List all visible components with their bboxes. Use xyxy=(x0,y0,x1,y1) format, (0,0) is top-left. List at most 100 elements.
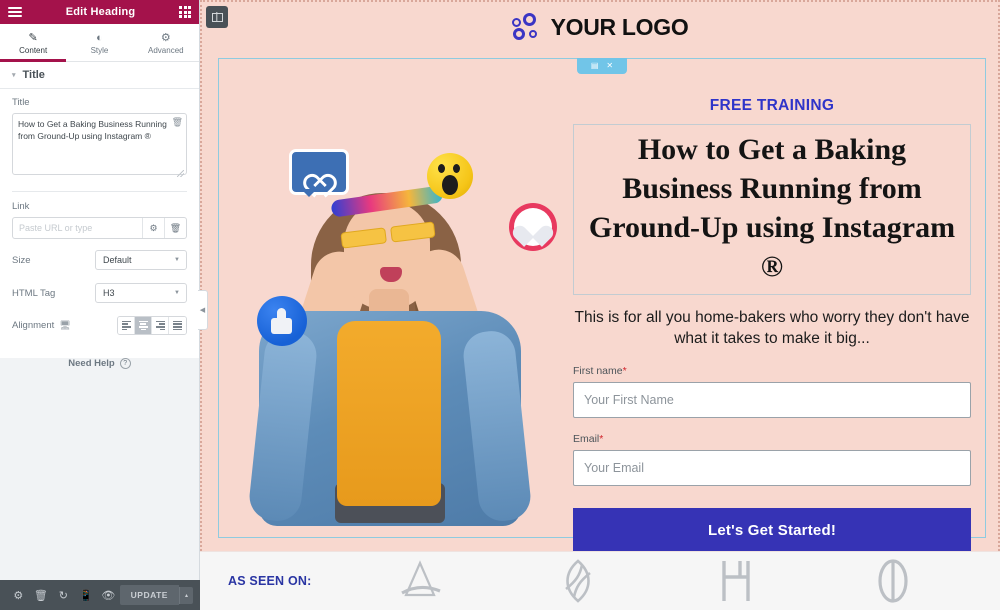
editor-panel-sidebar: Edit Heading ✎ Content ◐ Style ⚙ Advance… xyxy=(0,0,208,610)
columns-icon[interactable]: ▤ xyxy=(591,62,599,70)
update-options-caret-icon[interactable]: ▴ xyxy=(178,586,193,604)
woman-with-social-emojis-photo xyxy=(249,131,557,526)
logo[interactable]: YOUR LOGO xyxy=(511,13,689,41)
brand-logo-h-icon xyxy=(721,561,750,601)
align-center-button[interactable] xyxy=(135,317,152,334)
logo-text: YOUR LOGO xyxy=(550,13,689,40)
question-circle-icon: ? xyxy=(119,358,131,369)
contrast-circle-icon: ◐ xyxy=(96,32,103,44)
monitor-icon[interactable]: 🖥 xyxy=(59,320,70,331)
link-options-gear-icon[interactable]: ⚙ xyxy=(142,218,164,238)
align-left-button[interactable] xyxy=(118,317,135,334)
hamburger-icon[interactable] xyxy=(8,7,22,17)
panel-collapse-handle[interactable]: ◀ xyxy=(198,290,208,330)
title-input[interactable] xyxy=(12,113,187,175)
update-button[interactable]: UPDATE xyxy=(119,585,179,605)
four-rings-logo-icon xyxy=(511,13,542,41)
panel-footer-toolbar: ⚙ 🗑 ↻ 📱 👁 UPDATE ▴ xyxy=(0,580,200,610)
preview-eye-icon[interactable]: 👁 xyxy=(97,580,120,610)
divider xyxy=(12,191,187,192)
message-heart-icon xyxy=(289,149,351,203)
trash-icon[interactable]: 🗑 xyxy=(30,580,53,610)
panel-title: Edit Heading xyxy=(65,6,136,18)
heading-widget[interactable]: How to Get a Baking Business Running fro… xyxy=(573,124,971,295)
link-trash-icon[interactable]: 🗑 xyxy=(164,218,186,238)
settings-gear-icon[interactable]: ⚙ xyxy=(7,580,30,610)
need-help-label: Need Help xyxy=(68,358,115,369)
hero-columns: FREE TRAINING How to Get a Baking Busine… xyxy=(219,59,985,554)
thumbs-up-icon xyxy=(257,296,307,346)
trash-icon[interactable]: 🗑 xyxy=(172,117,183,128)
size-select[interactable]: Default ▼ xyxy=(95,250,187,270)
widget-toolbar: ▤ ✕ xyxy=(577,58,627,74)
tab-style[interactable]: ◐ Style xyxy=(66,24,132,61)
title-control: Title 🗑 xyxy=(12,97,187,180)
panel-controls: Title 🗑 Link ⚙ 🗑 Size Defa xyxy=(0,89,199,358)
resize-grip[interactable] xyxy=(177,170,184,177)
hero-image-column xyxy=(219,59,559,537)
brand-logo-o-icon xyxy=(878,559,908,603)
close-x-icon[interactable]: ✕ xyxy=(606,62,613,70)
email-input[interactable] xyxy=(573,449,971,486)
email-label: Email* xyxy=(573,432,604,445)
alignment-field-label: Alignment xyxy=(12,320,55,331)
as-seen-on-logos xyxy=(311,555,972,607)
first-name-input[interactable] xyxy=(573,381,971,418)
align-justify-button[interactable] xyxy=(169,317,186,334)
size-control: Size Default ▼ xyxy=(12,250,187,270)
alignment-button-group xyxy=(117,316,187,335)
link-input-row: ⚙ 🗑 xyxy=(12,217,187,239)
site-logo-bar: YOUR LOGO xyxy=(202,2,998,52)
title-textarea-wrap: 🗑 xyxy=(12,113,187,180)
section-title-header[interactable]: ▾ Title xyxy=(0,62,199,89)
chevron-down-icon: ▼ xyxy=(174,290,180,296)
html-tag-control: HTML Tag H3 ▼ xyxy=(12,283,187,303)
grid-apps-icon[interactable] xyxy=(179,6,191,18)
editor-canvas: YOUR LOGO ▤ ✕ FREE TRAINING How to Get a… xyxy=(200,0,1000,610)
email-field-group: Email* xyxy=(573,433,971,486)
html-tag-select-value: H3 xyxy=(103,288,115,298)
first-name-field-group: First name* xyxy=(573,365,971,418)
pencil-icon: ✎ xyxy=(28,32,38,44)
wow-face-icon xyxy=(427,153,473,199)
tab-content[interactable]: ✎ Content xyxy=(0,24,67,62)
hero-section[interactable]: YOUR LOGO ▤ ✕ FREE TRAINING How to Get a… xyxy=(200,0,1000,554)
required-asterisk: * xyxy=(622,364,627,377)
tab-advanced[interactable]: ⚙ Advanced xyxy=(133,24,199,61)
history-revisions-icon[interactable]: ↻ xyxy=(52,580,75,610)
brand-logo-a-icon xyxy=(401,560,441,597)
link-field-label: Link xyxy=(12,201,30,212)
hero-content-column: FREE TRAINING How to Get a Baking Busine… xyxy=(559,59,985,554)
first-name-label: First name* xyxy=(573,364,627,377)
selected-widget-container[interactable]: ▤ ✕ FREE TRAINING How to Get a Baking Bu… xyxy=(218,58,986,554)
title-field-label: Title xyxy=(12,97,30,108)
as-seen-on-section: AS SEEN ON: xyxy=(200,551,1000,610)
link-input[interactable] xyxy=(13,218,142,238)
gear-icon: ⚙ xyxy=(160,32,171,44)
need-help-button[interactable]: Need Help ? xyxy=(0,358,199,369)
chevron-down-icon: ▾ xyxy=(12,72,16,79)
align-right-button[interactable] xyxy=(152,317,169,334)
responsive-mode-icon[interactable]: 📱 xyxy=(75,580,98,610)
elementor-editor-window: Edit Heading ✎ Content ◐ Style ⚙ Advance… xyxy=(0,0,1000,610)
alignment-control: Alignment 🖥 xyxy=(12,316,187,335)
required-asterisk: * xyxy=(599,432,604,445)
tab-style-label: Style xyxy=(90,46,109,55)
html-tag-select[interactable]: H3 ▼ xyxy=(95,283,187,303)
html-tag-field-label: HTML Tag xyxy=(12,287,56,299)
love-heart-icon xyxy=(509,203,557,251)
section-title-label: Title xyxy=(22,69,45,81)
size-select-value: Default xyxy=(103,255,132,265)
submit-button[interactable]: Let's Get Started! xyxy=(573,507,971,554)
tab-advanced-label: Advanced xyxy=(148,46,184,55)
brand-logo-diamond-icon xyxy=(565,559,591,603)
panel-tabs: ✎ Content ◐ Style ⚙ Advanced xyxy=(0,24,199,62)
panel-header: Edit Heading xyxy=(0,0,199,24)
columns-handle-icon[interactable] xyxy=(206,6,228,28)
page-title: How to Get a Baking Business Running fro… xyxy=(588,133,956,283)
size-field-label: Size xyxy=(12,254,31,266)
link-control: Link ⚙ 🗑 xyxy=(12,201,187,239)
tab-content-label: Content xyxy=(19,46,48,55)
chevron-down-icon: ▼ xyxy=(174,257,180,263)
as-seen-on-label: AS SEEN ON: xyxy=(228,574,312,588)
